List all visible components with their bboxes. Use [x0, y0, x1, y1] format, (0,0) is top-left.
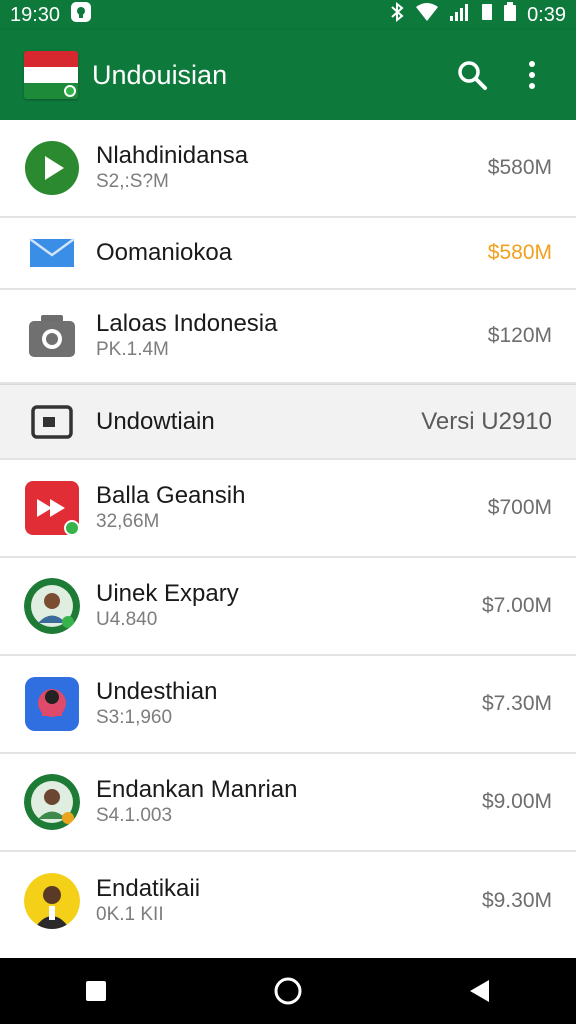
- list-item[interactable]: Endatikaii 0K.1 KII $9.30M: [0, 852, 576, 950]
- more-vert-icon: [529, 61, 535, 89]
- circle-icon: [274, 977, 302, 1005]
- list-item[interactable]: Undesthian S3:1,960 $7.30M: [0, 656, 576, 754]
- mail-icon: [24, 225, 80, 281]
- square-icon: [86, 981, 106, 1001]
- item-price: $7.30M: [481, 692, 552, 715]
- status-bar: 19:30 0:39: [0, 0, 576, 30]
- back-button[interactable]: [450, 966, 510, 1016]
- app-list: Nlahdinidansa S2,:S?M $580M Oomaniokoa $…: [0, 120, 576, 950]
- list-item-highlighted[interactable]: Undowtiain Versi U2910: [0, 384, 576, 460]
- item-price: $700M: [487, 496, 552, 519]
- bluetooth-icon: [389, 1, 405, 28]
- status-clock: 0:39: [527, 3, 566, 26]
- person-app-icon: [24, 676, 80, 732]
- person-avatar: [24, 774, 80, 830]
- battery-icon: [503, 2, 517, 28]
- item-name: Nlahdinidansa: [96, 142, 249, 169]
- item-subtitle: S4.1.003: [96, 805, 173, 826]
- item-subtitle: S2,:S?M: [96, 171, 169, 192]
- wifi-icon: [415, 2, 439, 28]
- person-avatar: [24, 578, 80, 634]
- item-name: Undesthian: [96, 678, 218, 705]
- fast-forward-app-icon: [24, 480, 80, 536]
- indonesia-flag-logo: [24, 51, 78, 99]
- play-icon: [24, 140, 80, 196]
- list-item[interactable]: Balla Geansih 32,66M $700M: [0, 460, 576, 558]
- item-subtitle: 0K.1 KII: [96, 904, 164, 925]
- item-subtitle: S3:1,960: [96, 707, 173, 728]
- item-subtitle: U4.840: [96, 609, 158, 630]
- item-price: $580M: [487, 156, 552, 179]
- item-version: Versi U2910: [421, 407, 552, 435]
- item-name: Uinek Expary: [96, 580, 239, 607]
- recents-button[interactable]: [66, 966, 126, 1016]
- person-avatar: [24, 873, 80, 929]
- system-nav-bar: [0, 958, 576, 1024]
- item-name: Endankan Manrian: [96, 776, 298, 803]
- list-item[interactable]: Uinek Expary U4.840 $7.00M: [0, 558, 576, 656]
- item-price: $9.30M: [481, 889, 552, 912]
- item-name: Laloas Indonesia: [96, 310, 278, 337]
- item-name: Balla Geansih: [96, 482, 246, 509]
- list-item[interactable]: Endankan Manrian S4.1.003 $9.00M: [0, 754, 576, 852]
- item-price: $7.00M: [481, 594, 552, 617]
- item-name: Endatikaii: [96, 875, 201, 902]
- item-name: Oomaniokoa: [96, 239, 233, 266]
- verified-badge-icon: [64, 85, 76, 97]
- item-price: $9.00M: [481, 790, 552, 813]
- screen-icon: [24, 394, 80, 450]
- item-price: $120M: [487, 324, 552, 347]
- item-subtitle: PK.1.4M: [96, 339, 169, 360]
- item-subtitle: 32,66M: [96, 511, 160, 532]
- camera-icon: [24, 308, 80, 364]
- home-button[interactable]: [258, 966, 318, 1016]
- signal-icon: [449, 2, 471, 28]
- search-icon: [458, 61, 487, 90]
- list-item[interactable]: Oomaniokoa $580M: [0, 218, 576, 290]
- item-name: Undowtiain: [96, 407, 215, 435]
- list-item[interactable]: Laloas Indonesia PK.1.4M $120M: [0, 290, 576, 384]
- status-time: 19:30: [10, 3, 61, 26]
- verified-badge-icon: [64, 520, 80, 536]
- app-title: Undouisian: [92, 59, 228, 90]
- sim-icon: [481, 3, 493, 27]
- back-triangle-icon: [470, 980, 489, 1002]
- app-bar: Undouisian: [0, 30, 576, 120]
- item-price: $580M: [487, 241, 552, 264]
- list-item[interactable]: Nlahdinidansa S2,:S?M $580M: [0, 120, 576, 218]
- notification-icon: [70, 1, 92, 29]
- search-button[interactable]: [452, 55, 492, 95]
- more-options-button[interactable]: [512, 55, 552, 95]
